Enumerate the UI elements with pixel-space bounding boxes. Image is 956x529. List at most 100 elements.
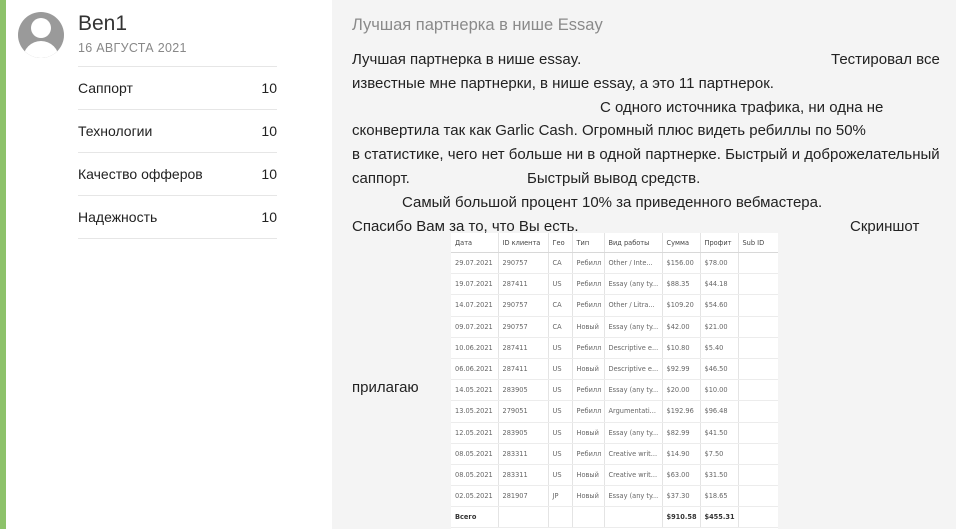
table-cell: Essay (any ty... <box>604 422 663 444</box>
table-cell: $14.90 <box>662 443 701 465</box>
table-cell <box>548 506 573 529</box>
table-cell <box>738 464 778 487</box>
table-cell <box>738 252 778 275</box>
table-cell: $82.99 <box>662 422 701 444</box>
review-text: в статистике, чего нет больше ни в одной… <box>352 146 940 164</box>
table-cell: Essay (any ty... <box>604 485 663 508</box>
table-cell: 08.05.2021 <box>451 464 499 487</box>
reviewer-panel: Ben1 16 АВГУСТА 2021 Саппорт 10 Технолог… <box>6 0 332 529</box>
table-cell: Ребилл <box>572 252 605 275</box>
table-cell: Ребилл <box>572 379 605 402</box>
user-avatar-icon <box>18 12 64 58</box>
review-text: известные мне партнерки, в нише essay, а… <box>352 74 774 92</box>
review-text: Лучшая партнерка в нише essay. <box>352 51 582 68</box>
table-cell: 10.06.2021 <box>451 337 499 359</box>
table-row: 13.05.2021 279051 US Ребилл Argumentati... $1… <box>451 400 778 423</box>
table-row: 08.05.2021 283311 US Новый Creative writ... $… <box>451 464 778 487</box>
table-cell: $10.80 <box>662 337 701 359</box>
rating-row-support: Саппорт 10 <box>78 67 277 110</box>
table-row: 06.06.2021 287411 US Новый Descriptive e... $… <box>451 358 778 381</box>
column-header: Вид работы <box>604 233 663 253</box>
table-cell: $46.50 <box>700 358 739 381</box>
review-text: Тестировал все <box>831 51 940 68</box>
table-cell: 281907 <box>498 485 549 508</box>
table-cell: $96.48 <box>700 400 739 423</box>
review-text: Скриншот <box>850 217 920 235</box>
table-cell: CA <box>548 294 573 317</box>
table-cell <box>738 400 778 423</box>
table-cell: $18.65 <box>700 485 739 508</box>
table-cell <box>738 337 778 359</box>
table-row: 14.05.2021 283905 US Ребилл Essay (any ty...… <box>451 379 778 402</box>
table-cell <box>738 506 778 529</box>
table-cell: $455.31 <box>700 506 739 529</box>
review-line: в статистике, чего нет больше ни в одной… <box>352 143 956 167</box>
table-cell: US <box>548 337 573 359</box>
table-cell: $44.18 <box>700 273 739 296</box>
review-text: Самый большой процент 10% за приведенног… <box>402 193 823 211</box>
table-cell: 283905 <box>498 379 549 402</box>
table-row: 09.07.2021 290757 CA Новый Essay (any ty... $… <box>451 316 778 338</box>
table-row: 19.07.2021 287411 US Ребилл Essay (any ty...… <box>451 273 778 296</box>
table-cell <box>604 506 663 529</box>
table-cell: $20.00 <box>662 379 701 402</box>
table-cell: Descriptive e... <box>604 337 663 359</box>
table-cell: $78.00 <box>700 252 739 275</box>
table-cell: JP <box>548 485 573 508</box>
table-cell: 12.05.2021 <box>451 422 499 444</box>
table-cell <box>738 379 778 402</box>
review-line: сконвертила так как Garlic Cash. Огромны… <box>352 119 956 143</box>
stats-header-row: Дата ID клиента Гео Тип Вид работы Сумма… <box>451 233 778 253</box>
review-text: С одного источника трафика, ни одна не <box>600 98 884 116</box>
review-line: Лучшая партнерка в нише essay. Тестирова… <box>352 48 956 72</box>
table-cell <box>738 294 778 317</box>
review-panel: Лучшая партнерка в нише Essay Лучшая пар… <box>332 0 956 529</box>
table-cell <box>738 358 778 381</box>
post-date: 16 АВГУСТА 2021 <box>78 41 187 55</box>
review-line: Самый большой процент 10% за приведенног… <box>352 191 956 215</box>
table-cell: 14.05.2021 <box>451 379 499 402</box>
review-body: Лучшая партнерка в нише essay. Тестирова… <box>352 48 956 238</box>
table-cell: $5.40 <box>700 337 739 359</box>
table-cell: Other / Litra... <box>604 294 663 317</box>
table-cell: US <box>548 464 573 487</box>
table-cell: $109.20 <box>662 294 701 317</box>
table-cell: $156.00 <box>662 252 701 275</box>
stats-table-body: 29.07.2021 290757 CA Ребилл Other / Inte... $… <box>451 252 778 529</box>
table-cell: Новый <box>572 464 605 487</box>
rating-label: Саппорт <box>78 80 133 96</box>
table-row: 02.05.2021 281907 JP Новый Essay (any ty... $… <box>451 485 778 508</box>
table-cell: 290757 <box>498 252 549 275</box>
rating-value: 10 <box>261 80 277 96</box>
table-cell: $41.50 <box>700 422 739 444</box>
table-row: 08.05.2021 283311 US Ребилл Creative writ...… <box>451 443 778 465</box>
table-cell: Argumentati... <box>604 400 663 423</box>
table-cell <box>738 422 778 444</box>
table-cell: Creative writ... <box>604 443 663 465</box>
table-cell: 290757 <box>498 294 549 317</box>
table-cell: $37.30 <box>662 485 701 508</box>
rating-row-offer-quality: Качество офферов 10 <box>78 153 277 196</box>
rating-row-reliability: Надежность 10 <box>78 196 277 239</box>
table-cell: $63.00 <box>662 464 701 487</box>
column-header: Гео <box>548 233 573 253</box>
table-cell: 279051 <box>498 400 549 423</box>
rating-label: Технологии <box>78 123 153 139</box>
table-cell: US <box>548 273 573 296</box>
rating-label: Качество офферов <box>78 166 203 182</box>
table-cell: Ребилл <box>572 443 605 465</box>
stats-table: Дата ID клиента Гео Тип Вид работы Сумма… <box>451 233 778 529</box>
rating-label: Надежность <box>78 209 158 225</box>
table-cell <box>738 443 778 465</box>
table-cell: Ребилл <box>572 400 605 423</box>
table-row: 29.07.2021 290757 CA Ребилл Other / Inte... $… <box>451 252 778 275</box>
attachment-caption: прилагаю <box>352 379 419 396</box>
review-line: саппорт. Быстрый вывод средств. <box>352 167 956 191</box>
column-header: Тип <box>572 233 605 253</box>
table-row: 10.06.2021 287411 US Ребилл Descriptive e...… <box>451 337 778 359</box>
table-cell: US <box>548 422 573 444</box>
column-header: Sub ID <box>738 233 778 253</box>
table-cell: Ребилл <box>572 273 605 296</box>
table-cell: $21.00 <box>700 316 739 338</box>
table-cell: $192.96 <box>662 400 701 423</box>
